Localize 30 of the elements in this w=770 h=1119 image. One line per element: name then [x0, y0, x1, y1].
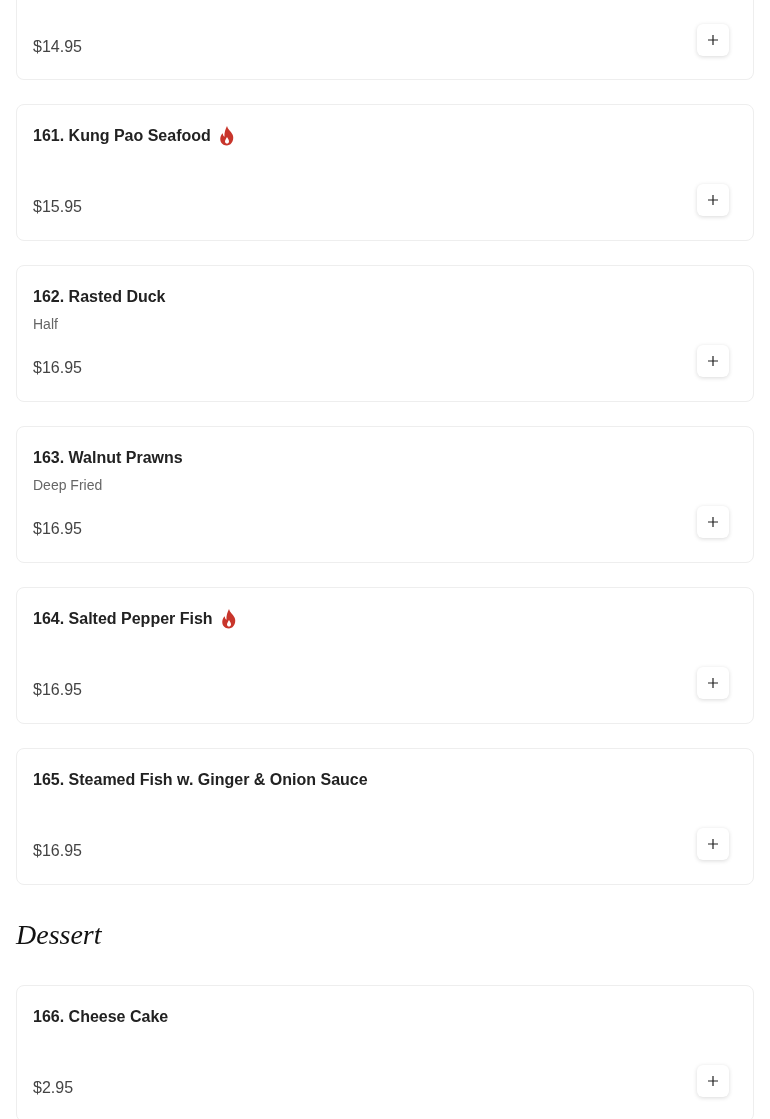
item-name: 166. Cheese Cake	[33, 1007, 169, 1027]
item-price: $16.95	[33, 841, 82, 861]
plus-icon	[708, 517, 718, 527]
item-price: $16.95	[33, 680, 82, 700]
add-button[interactable]	[697, 345, 729, 377]
item-name: 161. Kung Pao Seafood	[33, 126, 211, 146]
item-price: $15.95	[33, 197, 82, 217]
add-button[interactable]	[697, 828, 729, 860]
item-description: Half	[33, 316, 58, 332]
item-price: $16.95	[33, 519, 82, 539]
item-name: 163. Walnut Prawns	[33, 448, 183, 468]
plus-icon	[708, 839, 718, 849]
add-button[interactable]	[697, 506, 729, 538]
item-name: 164. Salted Pepper Fish	[33, 609, 213, 629]
item-price: $2.95	[33, 1078, 74, 1098]
item-name: 165. Steamed Fish w. Ginger & Onion Sauce	[33, 770, 368, 790]
add-button[interactable]	[697, 24, 729, 56]
plus-icon	[708, 678, 718, 688]
item-name: 162. Rasted Duck	[33, 287, 166, 307]
item-description: Deep Fried	[33, 477, 103, 493]
add-button[interactable]	[697, 184, 729, 216]
section-heading: Dessert	[16, 918, 102, 952]
plus-icon	[708, 195, 718, 205]
plus-icon	[708, 1076, 718, 1086]
plus-icon	[708, 356, 718, 366]
item-price: $14.95	[33, 37, 82, 57]
item-price: $16.95	[33, 358, 82, 378]
plus-icon	[708, 35, 718, 45]
add-button[interactable]	[697, 667, 729, 699]
add-button[interactable]	[697, 1065, 729, 1097]
